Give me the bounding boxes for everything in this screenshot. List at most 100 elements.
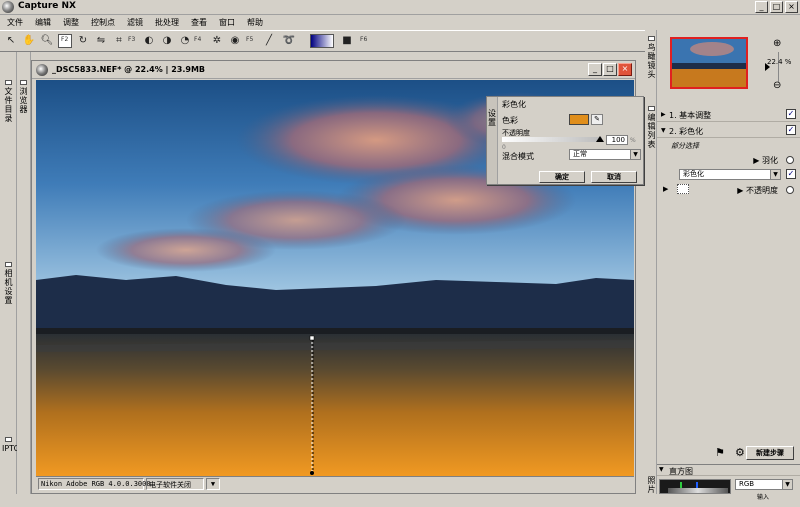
collapse-icon[interactable]: ▼ bbox=[659, 466, 664, 473]
effect-select[interactable]: 彩色化 ▼ bbox=[679, 169, 781, 180]
fkey-f5: F5 bbox=[246, 36, 254, 43]
eyedropper-icon[interactable]: ✎ bbox=[591, 114, 603, 125]
histogram-channel-select[interactable]: RGB ▼ bbox=[735, 479, 793, 490]
opacity-input[interactable]: 100 bbox=[606, 135, 628, 145]
white-control-point-icon[interactable]: ◔ bbox=[178, 34, 192, 48]
close-button[interactable]: × bbox=[785, 1, 798, 13]
zoom-in-icon[interactable]: ⊕ bbox=[773, 38, 781, 49]
step-basic-adjust[interactable]: ▶ 1. 基本调整 ✓ bbox=[657, 107, 800, 122]
neutral-control-point-icon[interactable]: ◑ bbox=[160, 34, 174, 48]
tab-browser[interactable]: 浏览器 bbox=[17, 80, 30, 114]
minimize-button[interactable]: _ bbox=[755, 1, 768, 13]
color-profile: Nikon Adobe RGB 4.0.0.3000 bbox=[38, 478, 151, 490]
collapse-icon[interactable]: ▼ bbox=[661, 127, 666, 134]
opacity-slider-thumb[interactable] bbox=[596, 136, 604, 142]
chevron-down-icon[interactable]: ▼ bbox=[770, 170, 780, 179]
chevron-down-icon[interactable]: ▼ bbox=[630, 150, 640, 159]
menu-edit[interactable]: 编辑 bbox=[30, 15, 58, 30]
red-eye-icon[interactable]: ◉ bbox=[228, 34, 242, 48]
lasso-icon[interactable]: ➰ bbox=[282, 34, 296, 48]
hand-icon[interactable]: ✋ bbox=[22, 34, 36, 48]
black-control-point-icon[interactable]: ◐ bbox=[142, 34, 156, 48]
settings-gear-icon[interactable]: ⚙ bbox=[735, 446, 745, 459]
menu-adjust[interactable]: 调整 bbox=[58, 15, 86, 30]
direct-select-icon[interactable]: ↖ bbox=[4, 34, 18, 48]
zoom-slider[interactable] bbox=[778, 52, 779, 82]
doc-close-button[interactable]: × bbox=[618, 63, 632, 76]
pin-icon[interactable] bbox=[5, 262, 12, 267]
step-colorize[interactable]: ▼ 2. 彩色化 ✓ bbox=[657, 123, 800, 138]
pin-icon[interactable] bbox=[648, 36, 655, 41]
color-label: 色彩 bbox=[502, 116, 518, 125]
selection-label: 部分选择 bbox=[671, 142, 699, 150]
expand-icon[interactable]: ▶ bbox=[737, 186, 746, 195]
menu-batch[interactable]: 批处理 bbox=[150, 15, 186, 30]
expand-icon[interactable]: ▶ bbox=[753, 156, 762, 165]
tab-file-directory[interactable]: 文件目录 bbox=[2, 80, 15, 123]
dialog-title: 彩色化 bbox=[502, 100, 526, 109]
edit-list-tools: ⚑ ⚙ 新建步骤 bbox=[657, 444, 800, 462]
menu-help[interactable]: 帮助 bbox=[242, 15, 270, 30]
document-titlebar: _DSC5833.NEF* @ 22.4% | 23.9MB _ □ × bbox=[32, 61, 635, 79]
crop-icon[interactable]: ⌗ bbox=[112, 34, 126, 48]
step-basic-checkbox[interactable]: ✓ bbox=[786, 109, 796, 119]
effect-checkbox[interactable]: ✓ bbox=[786, 169, 796, 179]
tab-birdseye[interactable]: 鸟瞰镜头 bbox=[645, 36, 658, 79]
histogram-label: 直方图 bbox=[669, 467, 693, 476]
right-rail: 鸟瞰镜头 编辑列表 照片 bbox=[645, 30, 657, 494]
blend-mode-select[interactable]: 正常 ▼ bbox=[569, 149, 641, 160]
capture-nx-logo-icon bbox=[2, 1, 14, 13]
opacity-slider[interactable] bbox=[502, 137, 602, 142]
toolbar: ↖ ✋ 🔍︎ F2 ↻ ⇋ ⌗ F3 ◐ ◑ ◔ F4 ✲ ◉ F5 ╱ ➰ ■… bbox=[0, 30, 645, 52]
tab-camera-settings[interactable]: 相机设置 bbox=[2, 262, 15, 305]
histogram-graph bbox=[659, 479, 731, 494]
flag-icon[interactable]: ⚑ bbox=[715, 446, 725, 459]
document-status-bar: Nikon Adobe RGB 4.0.0.3000 电子软件关闭 ▼ bbox=[36, 476, 634, 490]
doc-maximize-button[interactable]: □ bbox=[603, 63, 617, 76]
app-title: Capture NX bbox=[18, 1, 76, 11]
opacity-radio[interactable] bbox=[786, 186, 794, 194]
pin-icon[interactable] bbox=[5, 80, 12, 85]
birdseye-thumbnail[interactable] bbox=[670, 37, 748, 89]
step-colorize-checkbox[interactable]: ✓ bbox=[786, 125, 796, 135]
menu-window[interactable]: 窗口 bbox=[214, 15, 242, 30]
menu-control-points[interactable]: 控制点 bbox=[86, 15, 122, 30]
tab-iptc[interactable]: IPTC bbox=[2, 437, 19, 453]
fkey-f6: F6 bbox=[360, 36, 368, 43]
feather-radio[interactable] bbox=[786, 156, 794, 164]
color-control-point-icon[interactable]: ✲ bbox=[210, 34, 224, 48]
flip-icon[interactable]: ⇋ bbox=[94, 34, 108, 48]
document-title: _DSC5833.NEF* @ 22.4% | 23.9MB bbox=[52, 65, 205, 74]
mask-thumbnail[interactable] bbox=[677, 184, 689, 194]
app-titlebar: Capture NX _ □ × bbox=[0, 0, 800, 15]
pin-icon[interactable] bbox=[5, 437, 12, 442]
menu-file[interactable]: 文件 bbox=[2, 15, 30, 30]
pin-icon[interactable] bbox=[648, 106, 655, 111]
doc-minimize-button[interactable]: _ bbox=[588, 63, 602, 76]
blend-mode-value: 正常 bbox=[573, 150, 587, 158]
softproof-status: 电子软件关闭 bbox=[146, 478, 204, 490]
ok-button[interactable]: 确定 bbox=[539, 171, 585, 183]
histogram-header[interactable]: ▼ 直方图 bbox=[657, 464, 800, 476]
fill-icon[interactable]: ■ bbox=[340, 34, 354, 48]
feather-label: ▶ 羽化 bbox=[753, 156, 778, 165]
menu-view[interactable]: 查看 bbox=[186, 15, 214, 30]
expand-icon[interactable]: ▶ bbox=[661, 111, 666, 118]
opacity-min-label: 0 bbox=[502, 144, 506, 151]
color-swatch[interactable] bbox=[569, 114, 589, 125]
chevron-down-icon[interactable]: ▼ bbox=[782, 480, 792, 489]
fkey-f2: F2 bbox=[61, 36, 69, 43]
menu-filter[interactable]: 滤镜 bbox=[122, 15, 150, 30]
dialog-settings-tab[interactable]: 设置 bbox=[487, 97, 498, 184]
rotate-icon[interactable]: ↻ bbox=[76, 34, 90, 48]
new-step-button[interactable]: 新建步骤 bbox=[746, 446, 794, 460]
zoom-icon[interactable]: 🔍︎ bbox=[40, 34, 54, 48]
brush-icon[interactable]: ╱ bbox=[262, 34, 276, 48]
opacity-expand-icon[interactable]: ▶ bbox=[663, 185, 668, 193]
maximize-button[interactable]: □ bbox=[770, 1, 783, 13]
status-dropdown-icon[interactable]: ▼ bbox=[206, 478, 220, 490]
cancel-button[interactable]: 取消 bbox=[591, 171, 637, 183]
pin-icon[interactable] bbox=[20, 80, 27, 85]
gradient-icon[interactable] bbox=[310, 34, 334, 48]
zoom-out-icon[interactable]: ⊖ bbox=[773, 80, 781, 91]
